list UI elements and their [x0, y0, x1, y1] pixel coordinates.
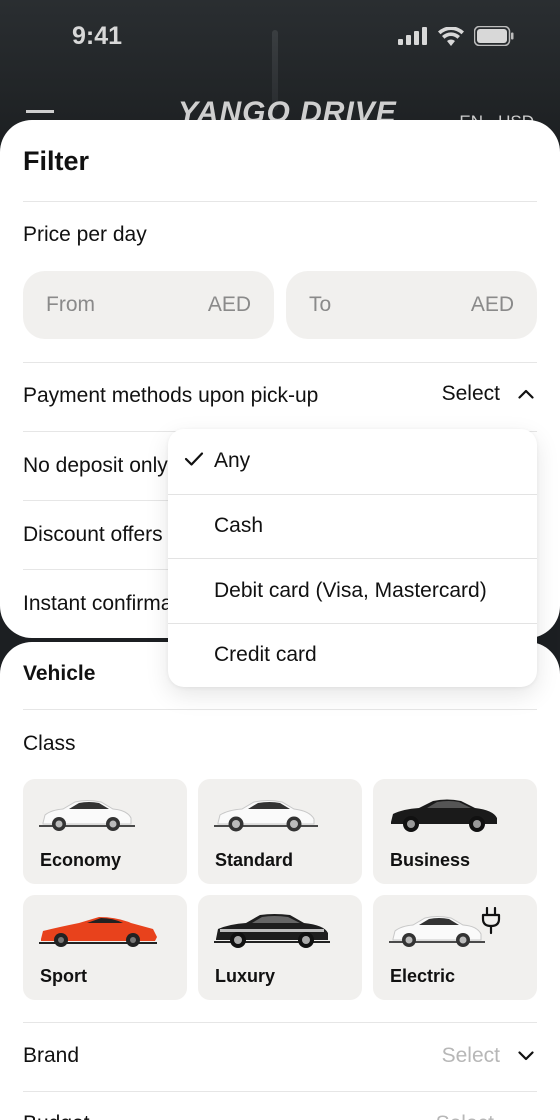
class-card-standard[interactable]: Standard — [198, 779, 362, 884]
wifi-icon — [438, 26, 464, 46]
standard-car-icon — [214, 800, 318, 832]
class-label-luxury: Luxury — [215, 966, 276, 986]
class-card-electric[interactable]: Electric — [373, 895, 537, 1000]
divider — [23, 201, 537, 202]
class-label-business: Business — [390, 850, 471, 870]
class-label-standard: Standard — [215, 850, 294, 870]
economy-car-icon — [39, 800, 135, 831]
payment-methods-label: Payment methods upon pick-up — [23, 384, 319, 407]
brand-label: Brand — [23, 1044, 80, 1067]
plug-icon — [481, 907, 501, 935]
price-to-field[interactable]: To AED — [286, 271, 537, 339]
vehicle-sheet: Vehicle Class Economy Standard Business … — [0, 642, 560, 1120]
signal-icon — [398, 27, 427, 45]
checkmark-icon — [184, 452, 204, 466]
vehicle-title: Vehicle — [23, 662, 96, 685]
chevron-up-icon — [518, 389, 534, 399]
price-from-currency: AED — [207, 293, 251, 316]
class-card-luxury[interactable]: Luxury — [198, 895, 362, 1000]
divider — [23, 709, 537, 710]
status-time: 9:41 — [72, 22, 123, 50]
chevron-down-icon — [518, 1051, 534, 1061]
brand-select[interactable]: Select — [442, 1044, 534, 1068]
divider — [23, 362, 537, 363]
class-card-economy[interactable]: Economy — [23, 779, 187, 884]
battery-icon — [474, 26, 514, 46]
class-label-electric: Electric — [390, 966, 456, 986]
payment-option-credit-card[interactable]: Credit card — [168, 622, 537, 688]
divider — [23, 1091, 537, 1092]
payment-methods-dropdown: Any Cash Debit card (Visa, Mastercard) C… — [168, 429, 537, 687]
filter-title: Filter — [23, 146, 90, 176]
status-icons — [398, 26, 514, 46]
luxury-car-icon — [214, 914, 330, 948]
discount-offers-label[interactable]: Discount offers — [23, 523, 163, 547]
class-label-economy: Economy — [40, 850, 122, 870]
payment-option-label: Cash — [214, 514, 264, 538]
sport-car-icon — [39, 917, 157, 947]
price-from-field[interactable]: From AED — [23, 271, 274, 339]
class-label-sport: Sport — [40, 966, 87, 986]
class-grid: Economy Standard Business Sport Luxury E… — [23, 779, 537, 1000]
price-label: Price per day — [23, 223, 147, 246]
electric-car-icon — [389, 916, 485, 947]
payment-select-label: Select — [441, 382, 500, 405]
payment-option-label: Credit card — [214, 643, 317, 667]
divider — [23, 1022, 537, 1023]
payment-methods-select[interactable]: Select — [442, 382, 534, 406]
payment-option-any[interactable]: Any — [168, 429, 537, 494]
price-from-placeholder: From — [46, 293, 95, 316]
class-card-business[interactable]: Business — [373, 779, 537, 884]
class-label: Class — [23, 732, 76, 755]
budget-label: Budget — [23, 1112, 90, 1120]
price-to-currency: AED — [470, 293, 514, 316]
budget-select[interactable]: Select — [436, 1112, 494, 1120]
price-to-placeholder: To — [309, 293, 332, 316]
menu-icon[interactable] — [26, 110, 54, 120]
no-deposit-label[interactable]: No deposit only — [23, 454, 168, 478]
brand-select-label: Select — [441, 1044, 500, 1067]
class-card-sport[interactable]: Sport — [23, 895, 187, 1000]
payment-option-label: Debit card (Visa, Mastercard) — [214, 578, 487, 602]
payment-option-debit-card[interactable]: Debit card (Visa, Mastercard) — [168, 558, 537, 623]
business-car-icon — [391, 799, 497, 832]
payment-option-cash[interactable]: Cash — [168, 493, 537, 559]
payment-option-label: Any — [214, 449, 251, 473]
